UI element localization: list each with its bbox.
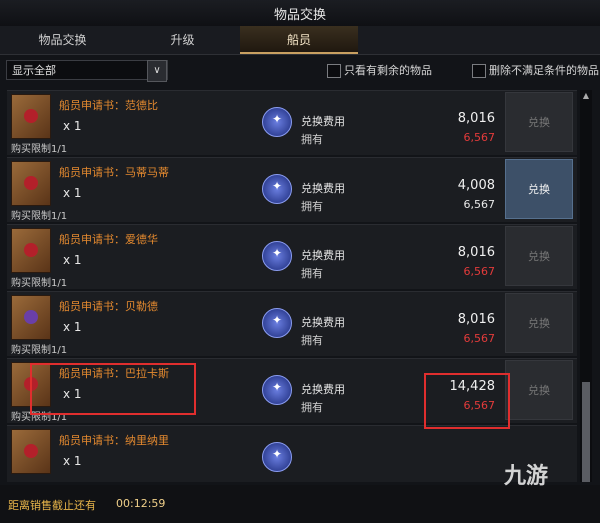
deadline-label: 距离销售截止还有 bbox=[8, 499, 96, 512]
item-quantity: x 1 bbox=[63, 119, 82, 133]
highlight-box-cost bbox=[424, 373, 510, 429]
tab-crew[interactable]: 船员 bbox=[240, 26, 358, 54]
scroll-up-icon[interactable]: ▲ bbox=[580, 90, 592, 102]
item-name: 船员申请书：范德比 bbox=[59, 99, 158, 112]
chevron-down-icon[interactable]: ∨ bbox=[147, 60, 167, 82]
purchase-limit: 购买限制1/1 bbox=[11, 345, 68, 356]
filter-bar: 显示全部 ∨ 只看有剩余的物品 删除不满足条件的物品 bbox=[0, 55, 600, 85]
owned-label: 拥有 bbox=[301, 401, 323, 414]
crew-token-icon: ✦ bbox=[262, 442, 292, 472]
list-item: 船员申请书：纳里纳里 x 1 ✦ bbox=[7, 425, 577, 482]
only-remaining-checkbox[interactable] bbox=[327, 64, 341, 78]
footer: 距离销售截止还有 00:12:59 bbox=[0, 485, 600, 523]
cost-value: 8,016 bbox=[457, 245, 495, 260]
crew-token-icon: ✦ bbox=[262, 107, 292, 137]
watermark-logo: 九游 bbox=[504, 464, 549, 489]
exchange-button[interactable]: 兑换 bbox=[505, 360, 573, 420]
deadline-time: 00:12:59 bbox=[116, 497, 166, 510]
scroll-icon bbox=[11, 429, 51, 474]
cost-value: 8,016 bbox=[457, 111, 495, 126]
only-remaining-label: 只看有剩余的物品 bbox=[344, 64, 432, 77]
owned-label: 拥有 bbox=[301, 334, 323, 347]
scroll-icon bbox=[11, 161, 51, 206]
purchase-limit: 购买限制1/1 bbox=[11, 278, 68, 289]
tab-bar: 物品交换 升级 船员 bbox=[0, 26, 600, 55]
crew-token-icon: ✦ bbox=[262, 174, 292, 204]
exchange-button[interactable]: 兑换 bbox=[505, 293, 573, 353]
purchase-limit: 购买限制1/1 bbox=[11, 144, 68, 155]
item-quantity: x 1 bbox=[63, 186, 82, 200]
exchange-button[interactable]: 兑换 bbox=[505, 159, 573, 219]
exclude-unmet-checkbox[interactable] bbox=[472, 64, 486, 78]
cost-label: 兑换费用 bbox=[301, 383, 345, 396]
cost-label: 兑换费用 bbox=[301, 182, 345, 195]
window-titlebar: 物品交换 bbox=[0, 0, 600, 27]
tab-item-exchange[interactable]: 物品交换 bbox=[0, 26, 125, 54]
exclude-unmet-label: 删除不满足条件的物品 bbox=[489, 64, 599, 77]
owned-value: 6,567 bbox=[463, 265, 496, 278]
scroll-icon bbox=[11, 94, 51, 139]
owned-value: 6,567 bbox=[463, 131, 496, 144]
cost-label: 兑换费用 bbox=[301, 115, 345, 128]
purchase-limit: 购买限制1/1 bbox=[11, 211, 68, 222]
item-quantity: x 1 bbox=[63, 320, 82, 334]
item-name: 船员申请书：纳里纳里 bbox=[59, 434, 169, 447]
scroll-icon bbox=[11, 295, 51, 340]
tab-upgrade[interactable]: 升级 bbox=[125, 26, 240, 54]
owned-label: 拥有 bbox=[301, 200, 323, 213]
list-item: 船员申请书：爱德华 x 1 购买限制1/1 ✦ 兑换费用 拥有 8,016 6,… bbox=[7, 224, 577, 289]
cost-value: 4,008 bbox=[457, 178, 495, 193]
owned-label: 拥有 bbox=[301, 267, 323, 280]
item-name: 船员申请书：爱德华 bbox=[59, 233, 158, 246]
list-item: 船员申请书：范德比 x 1 购买限制1/1 ✦ 兑换费用 拥有 8,016 6,… bbox=[7, 90, 577, 155]
item-name: 船员申请书：贝勒德 bbox=[59, 300, 158, 313]
cost-label: 兑换费用 bbox=[301, 316, 345, 329]
crew-token-icon: ✦ bbox=[262, 241, 292, 271]
scrollbar[interactable]: ▲ bbox=[580, 90, 592, 482]
cost-label: 兑换费用 bbox=[301, 249, 345, 262]
owned-label: 拥有 bbox=[301, 133, 323, 146]
scrollbar-thumb[interactable] bbox=[582, 382, 590, 482]
crew-token-icon: ✦ bbox=[262, 375, 292, 405]
item-quantity: x 1 bbox=[63, 454, 82, 468]
window-title: 物品交换 bbox=[273, 8, 326, 23]
owned-value: 6,567 bbox=[463, 332, 496, 345]
exchange-button[interactable]: 兑换 bbox=[505, 92, 573, 152]
owned-value: 6,567 bbox=[463, 198, 496, 211]
crew-token-icon: ✦ bbox=[262, 308, 292, 338]
display-filter-dropdown[interactable]: 显示全部 ∨ bbox=[6, 60, 168, 82]
scroll-icon bbox=[11, 228, 51, 273]
cost-value: 8,016 bbox=[457, 312, 495, 327]
dropdown-value: 显示全部 bbox=[12, 64, 56, 77]
highlight-box-item-name bbox=[30, 363, 196, 415]
list-item: 船员申请书：马蒂马蒂 x 1 购买限制1/1 ✦ 兑换费用 拥有 4,008 6… bbox=[7, 157, 577, 222]
list-item: 船员申请书：贝勒德 x 1 购买限制1/1 ✦ 兑换费用 拥有 8,016 6,… bbox=[7, 291, 577, 356]
exchange-button[interactable]: 兑换 bbox=[505, 226, 573, 286]
item-quantity: x 1 bbox=[63, 253, 82, 267]
item-name: 船员申请书：马蒂马蒂 bbox=[59, 166, 169, 179]
